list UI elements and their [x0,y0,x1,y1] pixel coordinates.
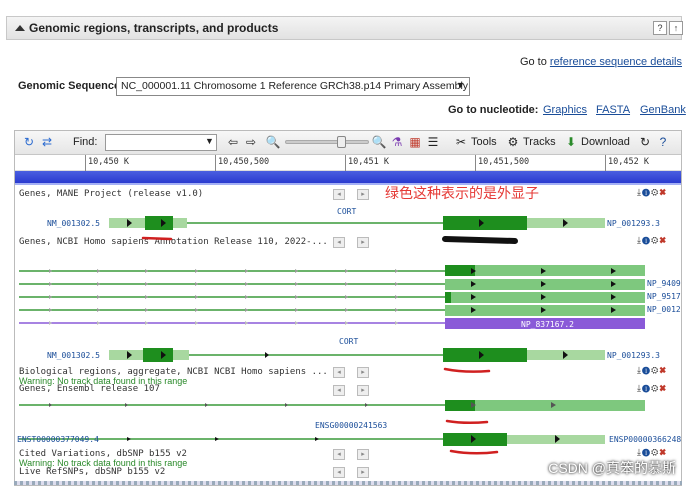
exon-block [443,216,527,230]
exon-block [443,348,527,362]
genomic-sequence-value: NC_000001.11 Chromosome 1 Reference GRCh… [121,80,469,92]
section-header[interactable]: Genomic regions, transcripts, and produc… [6,16,683,40]
annotation-text: 绿色这种表示的是外显子 [385,185,539,201]
genomic-sequence-select[interactable]: NC_000001.11 Chromosome 1 Reference GRCh… [116,77,470,96]
highlight-mark [445,419,489,425]
protein-label[interactable]: NP_9517 [647,292,681,301]
protein-label[interactable]: NP_0012 [647,305,681,314]
goto-nucleotide-label: Go to nucleotide: [448,104,539,116]
exon-block [445,400,475,411]
gene-label[interactable]: CORT [339,337,358,346]
gene-label[interactable]: ENSG00000241563 [315,421,387,430]
protein-label[interactable]: NP_9409 [647,279,681,288]
transcript-label[interactable]: ENST00000377049.4 [17,435,99,444]
watermark: CSDN @真笨的慕斯 [548,460,676,476]
utr-block [173,218,187,228]
exon-block [445,292,451,303]
highlight-mark [449,449,499,455]
collapse-triangle-icon[interactable] [15,25,25,31]
utr-block [109,350,143,360]
transcript-label[interactable]: NM_001302.5 [47,219,100,228]
chevron-down-icon: ▼ [456,80,465,90]
highlight-mark [442,236,518,244]
protein-label[interactable]: ENSP00000366248. [609,435,681,444]
section-title: Genomic regions, transcripts, and produc… [29,21,279,35]
exon-block [445,265,475,276]
bottom-strip [14,481,682,485]
protein-label[interactable]: NP_001293.3 [607,219,660,228]
highlight-mark [443,367,491,373]
transcript-label[interactable]: NM_001302.5 [47,351,100,360]
gene-tracks-graphic[interactable] [15,131,681,486]
genbank-link[interactable]: GenBank [640,104,686,116]
genomic-sequence-label: Genomic Sequence: [18,80,124,92]
exon-block [145,216,173,230]
reference-details-link[interactable]: reference sequence details [550,56,682,68]
protein-label[interactable]: NP_001293.3 [607,351,660,360]
highlight-mark [141,236,173,241]
close-button[interactable]: ↑ [669,21,683,35]
goto-reference: Go to reference sequence details [520,56,682,68]
gene-label[interactable]: CORT [337,207,356,216]
utr-block [173,350,189,360]
sequence-viewer[interactable]: ↻ ⇄ Find: ▼ ⇦ ⇨ 🔍 🔍 ⚗ ▦ ☰ ✂ Tools ⚙ Trac… [14,130,682,486]
exon-block [143,348,173,362]
fasta-link[interactable]: FASTA [596,104,630,116]
help-button[interactable]: ? [653,21,667,35]
graphics-link[interactable]: Graphics [543,104,587,116]
goto-prefix: Go to [519,56,547,68]
protein-label[interactable]: NP_837167.2 [521,320,574,329]
